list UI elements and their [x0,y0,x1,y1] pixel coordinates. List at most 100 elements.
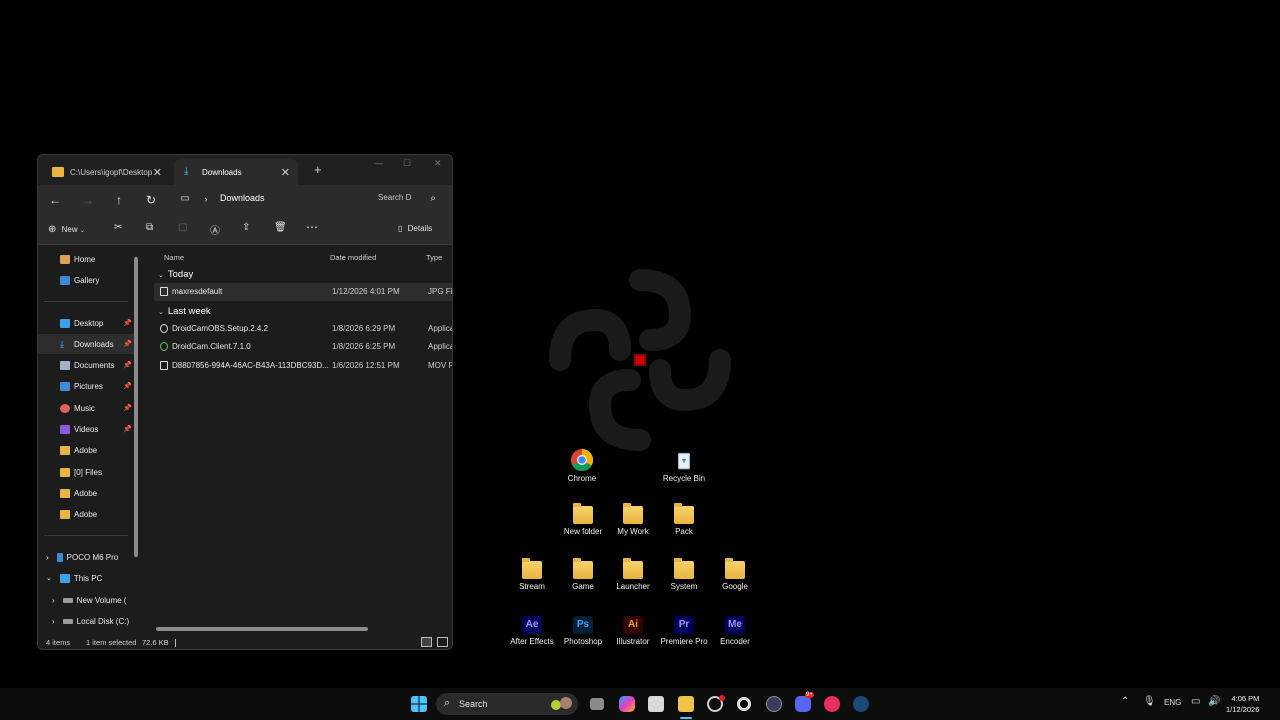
tab-desktop[interactable]: C:\Users\igopf\Desktop ✕ [42,159,170,185]
rename-icon[interactable]: Ⓐ [210,222,220,237]
pack-shortcut[interactable]: Pack [653,503,715,556]
encoder-shortcut[interactable]: Me Encoder [704,616,766,666]
sidebar-item-this-pc[interactable]: ⌄ This PC [38,568,138,588]
sidebar-item-documents[interactable]: Documents 📌 [38,355,138,375]
sidebar-scrollbar[interactable] [134,257,138,557]
minimize-icon[interactable]: — [374,158,383,168]
refresh-icon[interactable]: ↻ [143,193,159,207]
group-header-today[interactable]: ⌄ Today [158,269,193,280]
sidebar-item-files[interactable]: [0] Files [38,462,138,482]
sidebar-item-home[interactable]: Home [38,249,138,269]
chevron-right-icon[interactable]: › [52,596,55,605]
network-icon[interactable]: ▭ [1191,696,1200,707]
search-icon[interactable]: ⌕ [425,193,441,204]
close-tab-icon[interactable]: ✕ [281,166,290,179]
pin-icon[interactable]: 📌 [123,404,132,412]
column-header-type[interactable]: Type [426,253,442,262]
sidebar-item-music[interactable]: Music 📌 [38,398,138,418]
search-input[interactable]: Search D [378,193,412,202]
table-row[interactable]: maxresdefault 1/12/2026 4:01 PM JPG File [154,283,452,301]
table-row[interactable]: DroidCam.Client.7.1.0 1/8/2026 6:25 PM A… [154,338,452,356]
copilot-icon[interactable] [619,696,635,712]
sidebar-item-adobe[interactable]: Adobe [38,440,138,460]
column-header-date-modified[interactable]: Date modified [330,253,376,262]
task-view-icon[interactable] [590,698,604,710]
new-button[interactable]: ⊕ New ⌄ [48,224,85,235]
monitor-icon[interactable]: ▭ [177,193,193,204]
sidebar-item-desktop[interactable]: Desktop 📌 [38,313,138,333]
file-type: MOV File [428,361,453,370]
plus-circle-icon: ⊕ [48,224,57,235]
breadcrumb[interactable]: Downloads [220,193,265,203]
close-window-icon[interactable]: ✕ [434,158,442,169]
delete-icon[interactable]: 🗑 [274,222,287,233]
group-header-last-week[interactable]: ⌄ Last week [158,306,211,317]
share-icon[interactable]: ⇪ [242,222,250,233]
sidebar-item-new-volume[interactable]: › New Volume ( [38,590,138,610]
details-view-icon[interactable] [421,637,432,647]
pack-label: Pack [675,527,693,536]
app-icon[interactable] [766,696,782,712]
chrome-shortcut[interactable]: Chrome [551,449,613,499]
recycle-bin-shortcut[interactable]: Recycle Bin [653,449,715,499]
volume-icon[interactable]: 🔊 [1208,696,1220,707]
maximize-icon[interactable]: ☐ [403,158,411,169]
sidebar-item-gallery[interactable]: Gallery [38,270,138,290]
sidebar-item-downloads[interactable]: ⤓ Downloads 📌 [38,334,138,354]
sidebar-item-poco-m6-pro[interactable]: › POCO M6 Pro [38,547,138,567]
file-date: 1/8/2026 6:29 PM [332,324,396,333]
chevron-down-icon[interactable]: ⌄ [46,574,52,582]
table-row[interactable]: DroidCamOBS.Setup.2.4.2 1/8/2026 6:29 PM… [154,320,452,338]
clock[interactable]: 4:06 PM 1/12/2026 [1226,693,1259,715]
pin-icon[interactable]: 📌 [123,425,132,433]
folder-icon [522,558,542,579]
back-arrow-icon[interactable]: ← [47,193,63,207]
copy-icon[interactable]: ⧉ [146,222,153,233]
language-indicator[interactable]: ENG [1164,698,1181,707]
paste-icon[interactable]: ▢ [178,222,187,233]
google-shortcut[interactable]: Google [704,558,766,611]
tiles-view-icon[interactable] [437,637,448,647]
more-options-icon[interactable]: ⋯ [306,220,318,234]
microphone-icon[interactable]: 🎙 [1143,696,1156,707]
item-count: 4 items [46,638,71,647]
sidebar-item-adobe[interactable]: Adobe [38,483,138,503]
cut-icon[interactable]: ✂ [114,222,122,233]
sidebar-item-pictures[interactable]: Pictures 📌 [38,376,138,396]
command-bar: ⊕ New ⌄ ✂ ⧉ ▢ Ⓐ ⇪ 🗑 ⋯ ▯ Details [38,217,452,245]
details-button[interactable]: ▯ Details [398,224,432,233]
pin-icon[interactable]: 📌 [123,361,132,369]
tab-downloads[interactable]: ⤓ Downloads ✕ [174,159,298,185]
photoshop-icon: Ps [573,616,593,634]
pin-icon[interactable]: 📌 [123,319,132,327]
table-row[interactable]: D8807856-994A-46AC-B43A-113DBC93D... 1/6… [154,357,453,375]
recycle-bin-icon [677,452,691,470]
close-tab-icon[interactable]: ✕ [153,166,162,179]
horizontal-scrollbar[interactable] [156,627,368,631]
up-arrow-icon[interactable]: ↑ [111,193,127,207]
documents-icon [60,360,70,370]
videos-icon [60,424,70,434]
chevron-right-icon[interactable]: › [46,553,49,562]
pin-icon[interactable]: 📌 [123,382,132,390]
pin-icon[interactable]: 📌 [123,340,132,348]
forward-arrow-icon[interactable]: → [80,193,96,207]
chevron-right-icon[interactable]: › [52,617,55,626]
discord-icon[interactable] [795,696,811,712]
folder-icon [573,503,593,524]
sidebar-item-adobe[interactable]: Adobe [38,504,138,524]
selection-info: 1 item selected [86,638,137,647]
windows-start-icon[interactable] [411,696,427,712]
sidebar-item-videos[interactable]: Videos 📌 [38,419,138,439]
column-header-name[interactable]: Name [164,253,184,262]
sidebar-item-local-disk[interactable]: › Local Disk (C:) [38,611,138,631]
show-hidden-icons-icon[interactable]: ⌃ [1121,696,1129,707]
new-tab-icon[interactable]: + [314,162,322,177]
steam-icon[interactable] [853,696,869,712]
microsoft-store-icon[interactable] [648,696,664,712]
search-highlight-icon [560,697,572,709]
file-explorer-icon[interactable] [678,696,694,712]
taskbar-search-box[interactable]: ⌕ Search [436,693,578,715]
steelseries-icon[interactable] [737,697,751,711]
media-player-icon[interactable] [824,696,840,712]
